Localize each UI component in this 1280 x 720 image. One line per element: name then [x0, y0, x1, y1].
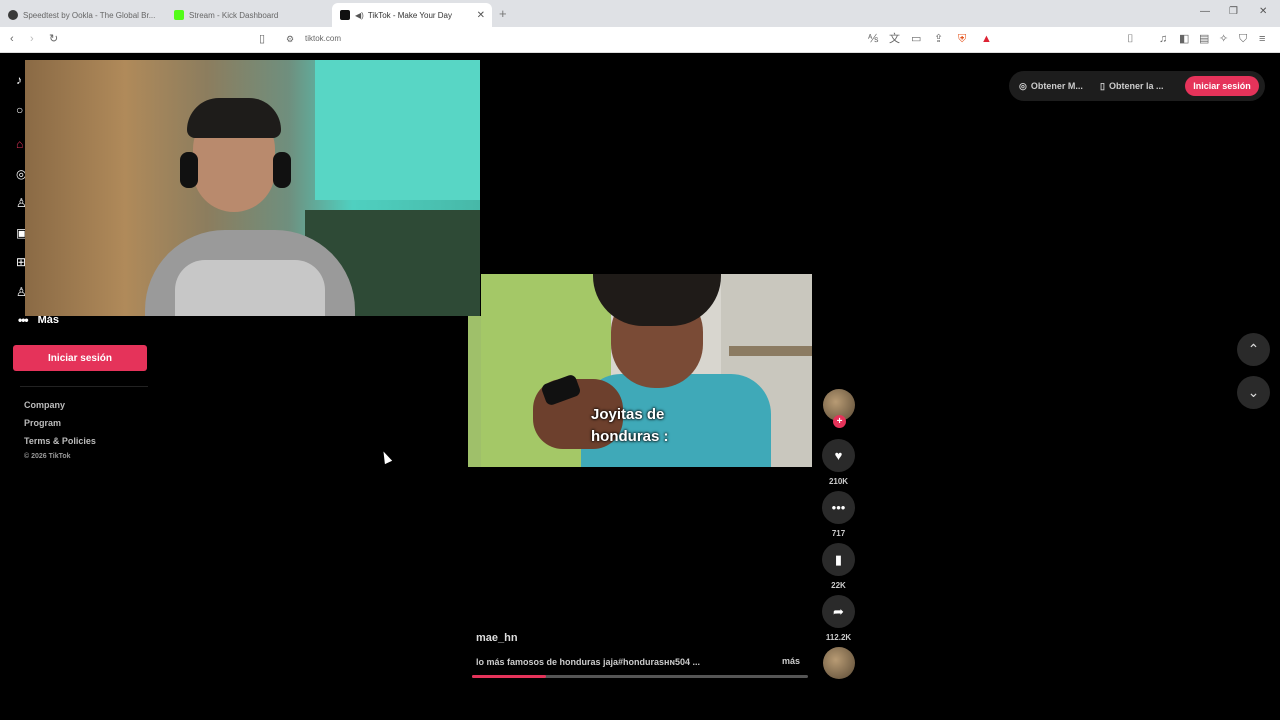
tab-title: Speedtest by Ookla - The Global Br...: [23, 10, 156, 20]
video-username[interactable]: mae_hn: [476, 632, 518, 644]
new-tab-button[interactable]: +: [499, 6, 507, 21]
screenshot-icon[interactable]: ⌷: [1127, 32, 1134, 46]
browser-toolbar: ‹ › ↻ ▯ ⚙ tiktok.com ⅍ 文 ▭ ⇪ ⛨ ▲ ⌷ ♫ ◧ ▤…: [0, 27, 1280, 53]
kick-favicon-icon: [174, 10, 184, 20]
next-video-button[interactable]: ⌄: [1237, 376, 1270, 409]
close-window-icon[interactable]: ✕: [1259, 6, 1267, 17]
heart-icon: ♥: [834, 448, 843, 463]
video-background-shelf: [729, 346, 812, 356]
translate-off-icon[interactable]: ⅍: [868, 32, 878, 46]
headphones-right-icon: [273, 152, 291, 188]
save-button[interactable]: ▮: [822, 543, 855, 576]
tab-kick-dashboard[interactable]: Stream - Kick Dashboard: [166, 3, 326, 27]
share-button[interactable]: ➦: [822, 595, 855, 628]
footer-link-program[interactable]: Program: [24, 418, 61, 428]
video-progress-bar[interactable]: [472, 675, 808, 678]
minimize-icon[interactable]: —: [1200, 6, 1210, 17]
headphones-left-icon: [180, 152, 198, 188]
leo-ai-icon[interactable]: ✧: [1219, 32, 1228, 46]
sidebar-icon[interactable]: ◧: [1179, 32, 1189, 46]
address-bar[interactable]: tiktok.com: [305, 34, 341, 43]
forward-icon[interactable]: ›: [30, 32, 34, 46]
restore-icon[interactable]: ❐: [1229, 6, 1238, 17]
video-player[interactable]: Joyitas de honduras :: [481, 274, 812, 467]
coin-icon: ◎: [1019, 80, 1027, 91]
site-settings-icon[interactable]: ⚙: [286, 32, 294, 46]
tab-title: Stream - Kick Dashboard: [189, 10, 279, 20]
comment-count: 717: [831, 529, 846, 538]
comment-icon: •••: [831, 500, 846, 515]
webcam-overlay: [25, 60, 480, 316]
sidebar-login-button[interactable]: Iniciar sesión: [13, 345, 147, 371]
video-progress-fill: [472, 675, 546, 678]
tab-tiktok[interactable]: ◀) TikTok - Make Your Day ✕: [332, 3, 492, 27]
audio-playing-icon: ◀): [355, 10, 364, 20]
follow-plus-icon[interactable]: +: [833, 415, 846, 428]
share-arrow-icon: ➦: [833, 603, 844, 619]
bookmark-icon[interactable]: ▯: [259, 32, 265, 46]
description-more-link[interactable]: más: [782, 656, 800, 666]
header-login-button[interactable]: Iniciar sesión: [1185, 76, 1259, 96]
brave-rewards-icon[interactable]: ▲: [981, 32, 992, 46]
cast-icon[interactable]: ▭: [911, 32, 921, 46]
comment-button[interactable]: •••: [822, 491, 855, 524]
wallet-icon[interactable]: ▤: [1199, 32, 1209, 46]
get-coins-label: Obtener M...: [1030, 81, 1083, 91]
copyright-text: © 2026 TikTok: [24, 453, 71, 460]
back-icon[interactable]: ‹: [10, 32, 14, 46]
speedtest-favicon-icon: [8, 10, 18, 20]
like-count: 210K: [828, 477, 849, 486]
footer-link-terms[interactable]: Terms & Policies: [24, 436, 96, 446]
browser-tab-bar: Speedtest by Ookla - The Global Br... St…: [0, 0, 1280, 27]
previous-video-button[interactable]: ⌃: [1237, 333, 1270, 366]
translate-icon[interactable]: 文: [889, 32, 900, 46]
get-app-label: Obtener la ...: [1108, 81, 1164, 91]
webcam-person-hair: [187, 98, 281, 138]
footer-link-company[interactable]: Company: [24, 400, 65, 410]
brave-shield-icon[interactable]: ⛨: [958, 32, 966, 46]
vpn-icon[interactable]: ⛉: [1239, 32, 1247, 46]
music-disc-avatar[interactable]: [823, 647, 855, 679]
video-description: lo más famosos de honduras jaja#honduras…: [476, 657, 701, 667]
chevron-down-icon: ⌄: [1247, 384, 1260, 400]
like-button[interactable]: ♥: [822, 439, 855, 472]
tab-speedtest[interactable]: Speedtest by Ookla - The Global Br...: [0, 3, 160, 27]
close-tab-icon[interactable]: ✕: [477, 10, 485, 21]
video-left-edge: [468, 316, 481, 467]
reload-icon[interactable]: ↻: [49, 32, 58, 46]
tab-title: TikTok - Make Your Day: [367, 10, 453, 20]
webcam-background-wall: [315, 60, 480, 200]
get-coins-button[interactable]: ◎ Obtener M...: [1019, 74, 1083, 98]
sidebar-divider: [20, 386, 148, 387]
save-count: 22K: [831, 581, 846, 590]
phone-icon: ▯: [1100, 80, 1105, 91]
webcam-person-shirt: [175, 260, 325, 316]
bookmark-icon: ▮: [834, 551, 843, 567]
tiktok-favicon-icon: [340, 10, 350, 20]
media-icon[interactable]: ♫: [1159, 32, 1167, 46]
get-app-button[interactable]: ▯ Obtener la ...: [1100, 74, 1163, 98]
video-caption-overlay: Joyitas de honduras :: [591, 406, 669, 445]
share-icon[interactable]: ⇪: [934, 32, 943, 46]
menu-icon[interactable]: ≡: [1259, 32, 1265, 46]
share-count: 112.2K: [825, 633, 852, 642]
chevron-up-icon: ⌃: [1247, 341, 1260, 357]
